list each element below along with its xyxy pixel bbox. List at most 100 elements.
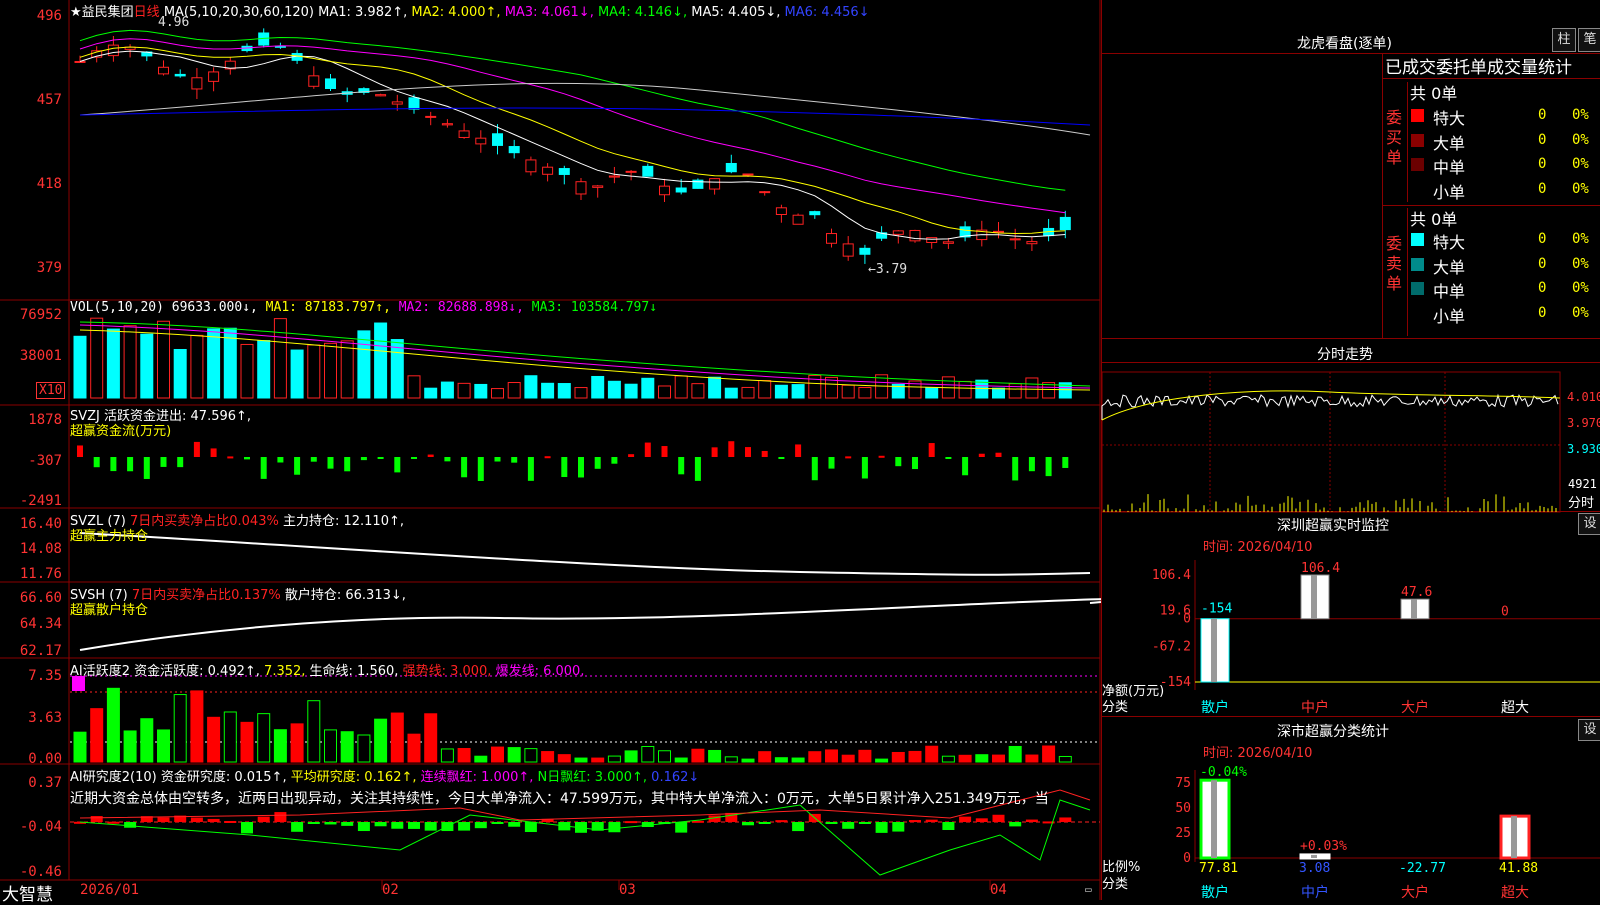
ai1-bar — [1058, 755, 1072, 763]
ai1-bar — [407, 733, 421, 763]
ai1-bar — [207, 716, 221, 763]
candle-body — [558, 168, 570, 175]
ai2-b: 平均研究度: 0.162↑, — [290, 770, 417, 785]
ai2-bar — [458, 822, 471, 831]
ai2-bar — [524, 822, 537, 833]
ai1-d: 强势线: 3.000, — [402, 664, 492, 679]
flow-bar — [210, 448, 217, 457]
flow-bar — [912, 457, 918, 470]
ai1-bar — [491, 746, 504, 763]
flow-bar — [628, 454, 635, 457]
x-tick: 02 — [382, 882, 399, 898]
flow-bar — [477, 457, 484, 481]
flow-bar — [578, 457, 584, 478]
volume-bar — [273, 318, 287, 399]
ai1-bar — [758, 751, 772, 763]
y-tick: 66.60 — [19, 590, 62, 606]
ai2-bar — [942, 822, 955, 831]
ai1-bar — [841, 754, 855, 763]
monitor-settings-button[interactable]: 设 — [1578, 513, 1600, 535]
ai1-bar — [190, 690, 204, 763]
ai1-bar — [440, 748, 454, 763]
candle-body — [892, 230, 904, 235]
ai2-bar — [825, 822, 838, 824]
flow-bar — [344, 457, 351, 472]
brand-logo[interactable]: 大智慧 — [2, 880, 53, 905]
ma1-value: MA1: 3.982↑, — [318, 5, 408, 20]
stock-name[interactable]: ★益民集团 — [70, 5, 134, 20]
volume-bar — [1008, 383, 1022, 399]
buy-row-count: 0 — [1538, 156, 1547, 172]
sell-row-pct: 0% — [1572, 255, 1589, 272]
ai2-bar — [341, 822, 354, 826]
volume-bar — [257, 340, 271, 399]
ma6-line — [79, 107, 1091, 126]
candle-body — [742, 173, 754, 176]
sell-row-pct: 0% — [1572, 304, 1589, 321]
flow-bar — [527, 457, 534, 481]
ai2-bar — [775, 820, 788, 823]
flow-bar — [962, 457, 969, 476]
flow-bar — [661, 446, 668, 457]
vol-ma1: MA1: 87183.797↑, — [265, 300, 391, 315]
ai1-bar — [374, 718, 388, 763]
flow-bar — [594, 457, 601, 469]
ai2-bar — [842, 822, 855, 829]
ai1-bar — [106, 687, 120, 763]
flow-bar — [177, 457, 184, 468]
flow-bar — [845, 456, 852, 459]
volume-bar — [324, 342, 337, 399]
ai1-bar — [457, 748, 471, 763]
vol-unit-badge[interactable]: X10 — [36, 382, 66, 399]
volume-bar — [774, 384, 788, 399]
ai1-bar — [858, 749, 872, 763]
ai2-bar — [992, 814, 1005, 822]
candle-body — [475, 137, 487, 145]
flow-bar — [878, 455, 885, 458]
flow-bar — [427, 454, 434, 457]
sell-row-label: 特大 — [1433, 233, 1466, 252]
ai1-bar — [958, 754, 972, 763]
low-mark: ←3.79 — [868, 262, 908, 277]
bar-mode-button[interactable]: 柱 — [1552, 28, 1576, 52]
ai1-bar — [1008, 745, 1022, 763]
lock-icon[interactable]: ▭ — [1085, 883, 1092, 896]
monitor-cat-label: 分类 — [1102, 700, 1129, 715]
candle-body — [709, 178, 721, 190]
ai1-bar — [724, 756, 738, 763]
y-tick: 1878 — [28, 412, 62, 428]
period-label[interactable]: 日线 — [134, 5, 160, 20]
ai2-bar — [925, 819, 938, 822]
candle-body — [1026, 241, 1038, 245]
tick-mode-button[interactable]: 笔 — [1578, 28, 1600, 52]
y-tick: 62.17 — [19, 643, 62, 659]
candle-body — [107, 44, 119, 57]
buy-side-label: 委买单 — [1386, 108, 1403, 167]
buy-row-label: 中单 — [1433, 158, 1466, 177]
buy-color-swatch — [1411, 158, 1424, 171]
class-settings-button[interactable]: 设 — [1578, 719, 1600, 741]
flow-bar — [861, 457, 868, 479]
volume-bar — [123, 325, 137, 399]
ai1-bar — [825, 749, 838, 763]
volume-bar — [507, 382, 521, 399]
ai2-bar — [424, 822, 437, 831]
sell-row-count: 0 — [1538, 304, 1547, 321]
ai2-bar — [357, 822, 370, 832]
ai2-bar — [742, 822, 754, 826]
ai1-bar — [73, 731, 87, 763]
ai2-c: 连续飘红: 1.000↑, — [420, 770, 534, 785]
volume-bar — [992, 387, 1005, 399]
candle-body — [408, 97, 420, 110]
ai1-bar — [524, 748, 538, 763]
volume-bar — [240, 343, 254, 399]
candle-body — [809, 211, 821, 216]
ai1-bar — [708, 749, 722, 763]
flow-bar — [778, 457, 785, 459]
kline-chart-area[interactable] — [0, 0, 1101, 900]
volume-bar — [841, 384, 855, 399]
ai2-bar — [90, 816, 103, 822]
volume-bar — [758, 379, 772, 399]
ai1-bar — [658, 750, 671, 763]
ai1-bar — [307, 700, 321, 763]
